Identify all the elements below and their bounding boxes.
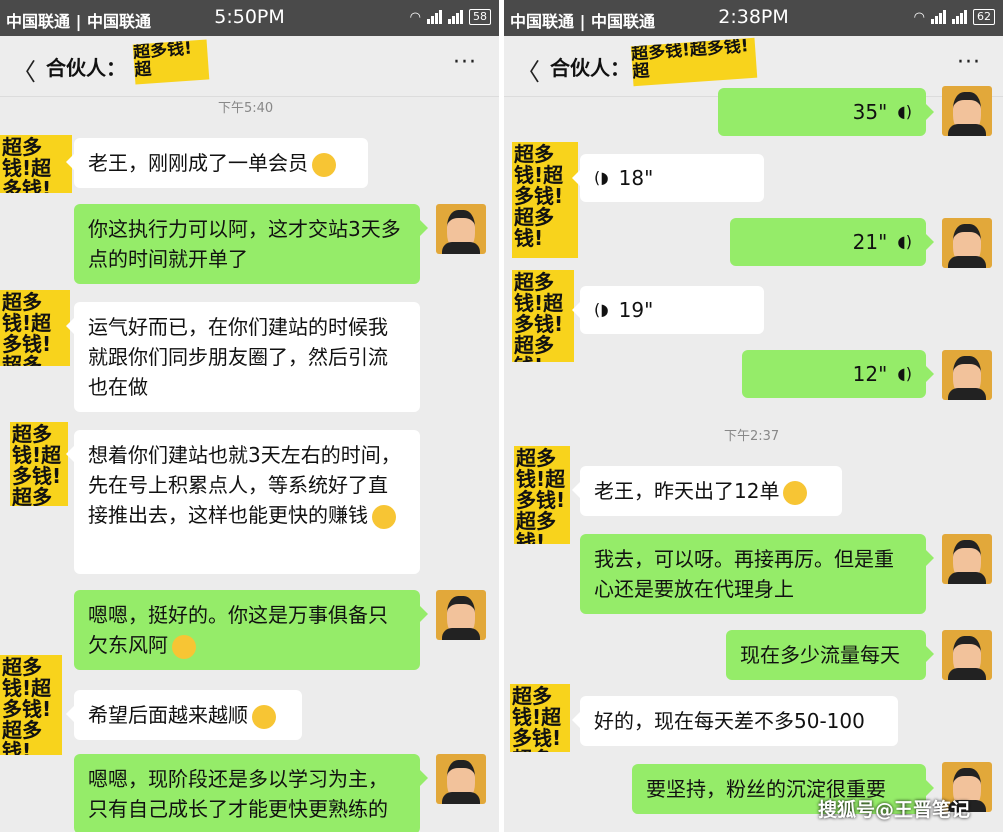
voice-message-incoming[interactable]: (◗ 19" — [572, 286, 764, 334]
message-text: 老王，昨天出了12单 — [594, 479, 780, 503]
more-options-icon[interactable]: ··· — [453, 50, 477, 75]
status-bar: 中国联通 | 中国联通 5:50PM ◠ 58 — [0, 0, 499, 36]
signal-icon — [427, 10, 442, 24]
message-text: 希望后面越来越顺 — [88, 703, 248, 727]
watermark: 搜狐号@王晋笔记 — [818, 799, 971, 821]
contact-avatar[interactable]: 超多钱!超多钱!超多钱! — [0, 290, 70, 366]
voice-duration: 19" — [618, 298, 654, 322]
chat-screen-left: 中国联通 | 中国联通 5:50PM ◠ 58 〈 合伙人： 超多钱!超 ···… — [0, 0, 499, 832]
voice-wave-icon: ◖) — [897, 102, 912, 121]
smile-emoji-icon — [252, 704, 276, 729]
contact-avatar[interactable]: 超多钱!超多钱!超多钱! — [512, 142, 578, 258]
message-text: 你这执行力可以阿，这才交站3天多点的时间就开单了 — [88, 217, 401, 271]
message-timestamp: 下午5:40 — [218, 101, 274, 116]
message-text: 想着你们建站也就3天左右的时间，先在号上积累点人，等系统好了直接推出去，这样也能… — [88, 443, 401, 527]
voice-message-incoming[interactable]: (◗ 18" — [572, 154, 764, 202]
voice-message-outgoing[interactable]: 12" ◖) — [742, 350, 934, 398]
my-avatar[interactable] — [942, 218, 992, 268]
message-bubble-outgoing: 现在多少流量每天 — [726, 630, 934, 680]
status-icons: ◠ 62 — [914, 9, 995, 25]
wifi-icon: ◠ — [409, 9, 421, 25]
contact-avatar[interactable]: 超多钱!超多钱!超多钱! — [512, 270, 574, 362]
voice-duration: 35" — [852, 100, 888, 124]
my-avatar[interactable] — [942, 86, 992, 136]
grin-emoji-icon — [172, 634, 196, 659]
voice-wave-icon: (◗ — [594, 300, 609, 319]
battery-icon: 58 — [469, 9, 491, 25]
message-text: 老王，刚刚成了一单会员 — [88, 151, 308, 175]
grin-emoji-icon — [312, 152, 336, 177]
more-options-icon[interactable]: ··· — [957, 50, 981, 75]
contact-avatar[interactable]: 超多钱!超多钱!超多钱! — [0, 135, 72, 193]
message-bubble-incoming: 老王，昨天出了12单 — [572, 466, 842, 516]
my-avatar[interactable] — [942, 534, 992, 584]
signal-icon — [952, 10, 967, 24]
message-timestamp: 下午2:37 — [724, 429, 780, 444]
grin-emoji-icon — [372, 504, 396, 529]
signal-icon — [448, 10, 463, 24]
contact-name-logo: 超多钱!超 — [132, 39, 210, 85]
message-bubble-outgoing: 你这执行力可以阿，这才交站3天多点的时间就开单了 — [74, 204, 428, 284]
grin-emoji-icon — [783, 480, 808, 505]
message-bubble-outgoing: 嗯嗯，现阶段还是多以学习为主，只有自己成长了才能更快更熟练的 — [74, 754, 428, 832]
my-avatar[interactable] — [942, 350, 992, 400]
voice-duration: 12" — [852, 362, 888, 386]
signal-icon — [931, 10, 946, 24]
status-icons: ◠ 58 — [410, 9, 491, 25]
contact-name-logo: 超多钱!超多钱!超 — [630, 37, 758, 87]
chat-header: 〈 合伙人： 超多钱!超 ··· — [0, 36, 499, 97]
voice-wave-icon: ◖) — [897, 364, 912, 383]
status-bar: 中国联通 | 中国联通 2:38PM ◠ 62 — [504, 0, 1003, 36]
my-avatar[interactable] — [942, 630, 992, 680]
voice-message-outgoing[interactable]: 35" ◖) — [718, 88, 934, 136]
message-bubble-incoming: 好的，现在每天差不多50-100 — [572, 696, 898, 746]
contact-avatar[interactable]: 超多钱!超多钱!超多钱! — [510, 684, 570, 752]
contact-avatar[interactable]: 超多钱!超多钱!超多钱! — [10, 422, 68, 506]
voice-duration: 21" — [852, 230, 888, 254]
message-text: 好的，现在每天差不多50-100 — [594, 709, 865, 733]
my-avatar[interactable] — [436, 204, 486, 254]
back-icon[interactable]: 〈 — [516, 52, 540, 87]
message-text: 我去，可以呀。再接再厉。但是重心还是要放在代理身上 — [594, 547, 894, 601]
voice-message-outgoing[interactable]: 21" ◖) — [730, 218, 934, 266]
message-text: 运气好而已，在你们建站的时候我就跟你们同步朋友圈了，然后引流也在做 — [88, 315, 388, 399]
message-bubble-incoming: 老王，刚刚成了一单会员 — [66, 138, 368, 188]
contact-avatar[interactable]: 超多钱!超多钱!超多钱! — [514, 446, 570, 544]
chat-title: 合伙人： — [46, 56, 126, 80]
my-avatar[interactable] — [436, 754, 486, 804]
chat-title: 合伙人： — [550, 56, 630, 80]
chat-screen-right: 中国联通 | 中国联通 2:38PM ◠ 62 〈 合伙人： 超多钱!超多钱!超… — [504, 0, 1003, 832]
back-icon[interactable]: 〈 — [12, 52, 36, 87]
message-bubble-incoming: 运气好而已，在你们建站的时候我就跟你们同步朋友圈了，然后引流也在做 — [66, 302, 420, 412]
message-bubble-incoming: 想着你们建站也就3天左右的时间，先在号上积累点人，等系统好了直接推出去，这样也能… — [66, 430, 420, 574]
battery-icon: 62 — [973, 9, 995, 25]
message-bubble-outgoing: 我去，可以呀。再接再厉。但是重心还是要放在代理身上 — [580, 534, 934, 614]
message-bubble-outgoing: 嗯嗯，挺好的。你这是万事俱备只欠东风阿 — [74, 590, 428, 670]
my-avatar[interactable] — [436, 590, 486, 640]
message-bubble-incoming: 希望后面越来越顺 — [66, 690, 302, 740]
voice-wave-icon: ◖) — [897, 232, 912, 251]
voice-duration: 18" — [618, 166, 654, 190]
wifi-icon: ◠ — [913, 9, 925, 25]
message-text: 现在多少流量每天 — [740, 643, 900, 667]
voice-wave-icon: (◗ — [594, 168, 609, 187]
message-text: 嗯嗯，现阶段还是多以学习为主，只有自己成长了才能更快更熟练的 — [88, 767, 388, 821]
message-text: 嗯嗯，挺好的。你这是万事俱备只欠东风阿 — [88, 603, 388, 657]
contact-avatar[interactable]: 超多钱!超多钱!超多钱! — [0, 655, 62, 755]
